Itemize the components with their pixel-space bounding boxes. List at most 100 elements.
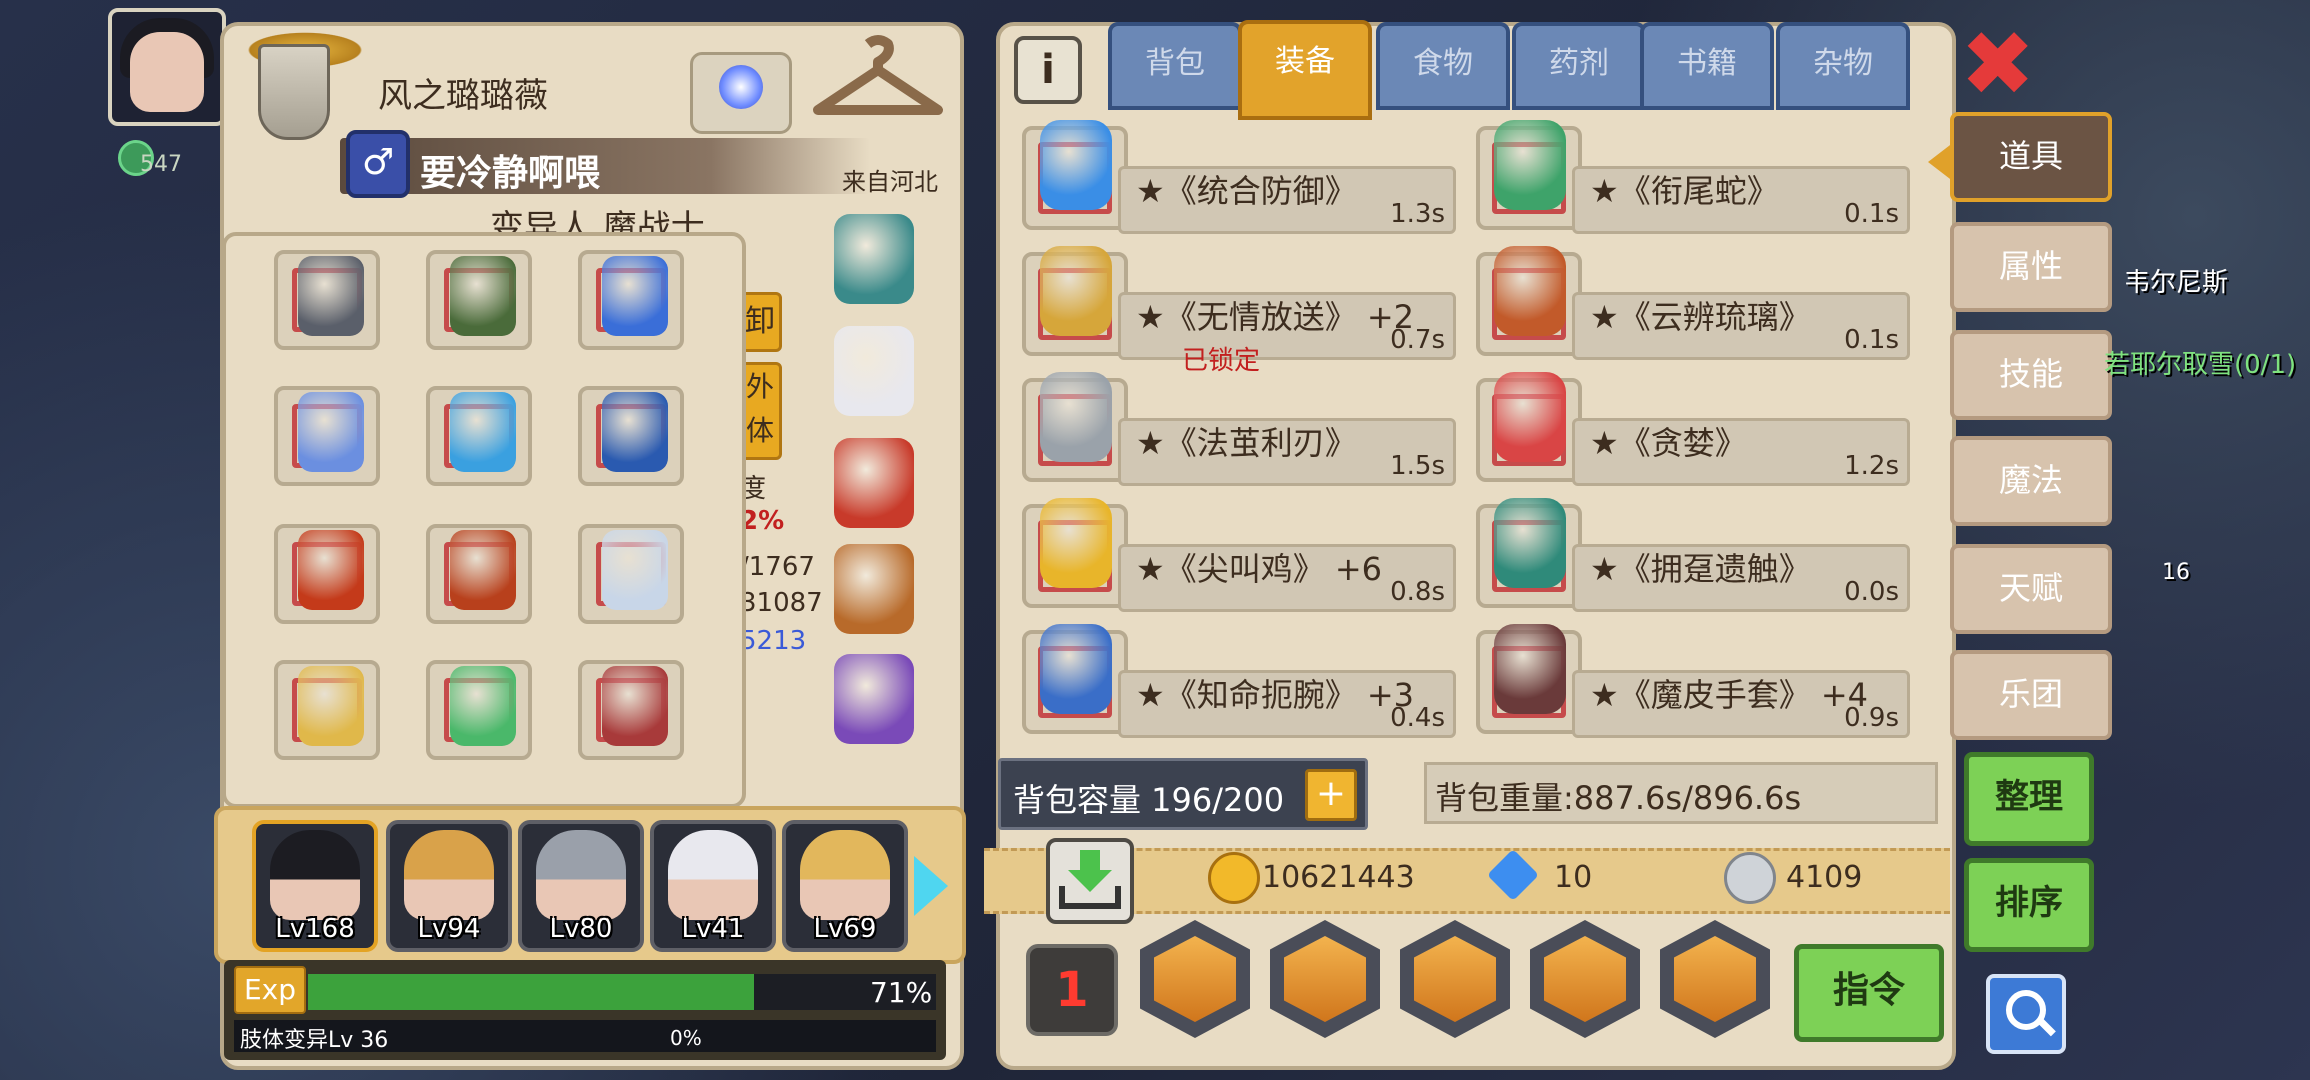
item-name: ★《统合防御》 bbox=[1136, 172, 1357, 210]
item-name: ★《法茧利刃》 bbox=[1136, 424, 1357, 462]
side-stat-percent: 2% bbox=[740, 506, 785, 536]
item-row[interactable]: 0.1s ★《衔尾蛇》 bbox=[1476, 120, 1910, 236]
player-avatar[interactable] bbox=[108, 8, 226, 126]
search-icon[interactable] bbox=[1986, 974, 2066, 1054]
side-equip-slot[interactable] bbox=[822, 210, 926, 314]
equip-slot-amulet[interactable] bbox=[578, 250, 684, 350]
equip-slot-helmet[interactable] bbox=[274, 250, 380, 350]
item-name: ★《知命扼腕》 +3 bbox=[1136, 676, 1415, 714]
equip-slot-necklace[interactable] bbox=[426, 250, 532, 350]
member-portrait bbox=[800, 830, 890, 920]
side-stat-power: 31087 bbox=[740, 588, 823, 618]
item-name: ★《云辨琉璃》 bbox=[1590, 298, 1811, 336]
belt-icon bbox=[834, 438, 914, 528]
quest-tracker[interactable]: 若耶尔取雪(0/1) bbox=[2104, 344, 2296, 381]
equip-slot-armor[interactable] bbox=[274, 524, 380, 624]
tab-books[interactable]: 书籍 bbox=[1640, 22, 1774, 110]
item-name: ★《无情放送》 +2 bbox=[1136, 298, 1415, 336]
close-icon[interactable]: ✖ bbox=[1960, 20, 2035, 110]
party-member[interactable]: Lv69 bbox=[782, 820, 908, 952]
bag-capacity: 背包容量 196/200 + bbox=[998, 758, 1368, 830]
equip-slot-dagger[interactable] bbox=[578, 660, 684, 760]
item-name: ★《拥趸遗触》 bbox=[1590, 550, 1811, 588]
side-equip-slot[interactable] bbox=[822, 650, 926, 754]
side-equip-slot[interactable] bbox=[822, 434, 926, 538]
sort-button[interactable]: 排序 bbox=[1964, 858, 2094, 952]
wardrobe-hanger-button[interactable] bbox=[808, 34, 948, 124]
side-equip-slot[interactable] bbox=[822, 322, 926, 426]
exp-bar-fill bbox=[308, 974, 754, 1010]
gadget-icon bbox=[450, 392, 516, 472]
gauntlet-icon bbox=[834, 326, 914, 416]
skill-slot-1[interactable] bbox=[1140, 920, 1250, 1038]
crystal-orb-button[interactable] bbox=[690, 52, 792, 134]
party-next-arrow-icon[interactable] bbox=[914, 856, 948, 916]
equip-slot-staff[interactable] bbox=[426, 660, 532, 760]
menu-items[interactable]: 道具 bbox=[1950, 112, 2112, 202]
item-row[interactable]: 0.8s ★《尖叫鸡》 +6 bbox=[1022, 498, 1456, 614]
item-row[interactable]: 0.7s ★《无情放送》 +2 已锁定 bbox=[1022, 246, 1456, 376]
silver-coin-icon bbox=[1724, 852, 1776, 904]
necklace-icon bbox=[450, 256, 516, 336]
item-icon-slot bbox=[1476, 498, 1582, 608]
amulet-icon bbox=[602, 256, 668, 336]
equip-slot-blade[interactable] bbox=[578, 524, 684, 624]
party-member[interactable]: Lv80 bbox=[518, 820, 644, 952]
silver-amount: 4109 bbox=[1786, 860, 1863, 895]
gold-amount: 10621443 bbox=[1262, 860, 1415, 895]
equip-slot-cloak[interactable] bbox=[578, 386, 684, 486]
gold-amulet-icon bbox=[1040, 246, 1112, 336]
item-name: ★《魔皮手套》 +4 bbox=[1590, 676, 1869, 714]
item-weight: 1.2s bbox=[1844, 451, 1899, 481]
command-button[interactable]: 指令 bbox=[1794, 944, 1944, 1042]
download-store-button[interactable] bbox=[1046, 838, 1134, 924]
item-row[interactable]: 0.1s ★《云辨琉璃》 bbox=[1476, 246, 1910, 362]
equip-slot-wing[interactable] bbox=[274, 386, 380, 486]
info-button[interactable]: i bbox=[1014, 36, 1082, 104]
equip-slot-weapon[interactable] bbox=[274, 660, 380, 760]
menu-talent[interactable]: 天赋 bbox=[1950, 544, 2112, 634]
tab-equipment[interactable]: 装备 bbox=[1238, 20, 1372, 120]
skill-slot-3[interactable] bbox=[1400, 920, 1510, 1038]
member-level: Lv80 bbox=[549, 914, 613, 944]
item-row[interactable]: 1.2s ★《贪婪》 bbox=[1476, 372, 1910, 488]
hotkey-number-button[interactable]: 1 bbox=[1026, 944, 1118, 1036]
menu-attributes[interactable]: 属性 bbox=[1950, 222, 2112, 312]
item-row[interactable]: 1.3s ★《统合防御》 bbox=[1022, 120, 1456, 236]
item-icon-slot bbox=[1476, 624, 1582, 734]
exp-badge: Exp bbox=[234, 966, 306, 1014]
menu-magic[interactable]: 魔法 bbox=[1950, 436, 2112, 526]
tab-misc[interactable]: 杂物 bbox=[1776, 22, 1910, 110]
item-row[interactable]: 1.5s ★《法茧利刃》 bbox=[1022, 372, 1456, 488]
skill-slot-5[interactable] bbox=[1660, 920, 1770, 1038]
party-member[interactable]: Lv168 bbox=[252, 820, 378, 952]
menu-skills[interactable]: 技能 bbox=[1950, 330, 2112, 420]
tab-backpack[interactable]: 背包 bbox=[1108, 22, 1242, 110]
item-row[interactable]: 0.4s ★《知命扼腕》 +3 bbox=[1022, 624, 1456, 740]
party-member[interactable]: Lv41 bbox=[650, 820, 776, 952]
item-weight: 0.1s bbox=[1844, 199, 1899, 229]
crystal-orb-icon bbox=[719, 65, 763, 109]
ring-icon bbox=[834, 654, 914, 744]
item-icon-slot bbox=[1476, 372, 1582, 482]
tab-potion[interactable]: 药剂 bbox=[1512, 22, 1646, 110]
organize-button[interactable]: 整理 bbox=[1964, 752, 2094, 846]
item-icon-slot bbox=[1022, 120, 1128, 230]
expand-capacity-button[interactable]: + bbox=[1305, 769, 1357, 821]
equip-slot-robe[interactable] bbox=[426, 524, 532, 624]
mech-bracer-icon bbox=[1040, 624, 1112, 714]
equip-slot-gadget[interactable] bbox=[426, 386, 532, 486]
member-portrait bbox=[270, 830, 360, 920]
side-stat-mana: 5213 bbox=[740, 626, 807, 656]
item-weight: 0.0s bbox=[1844, 577, 1899, 607]
menu-band[interactable]: 乐团 bbox=[1950, 650, 2112, 740]
tab-food[interactable]: 食物 bbox=[1376, 22, 1510, 110]
item-row[interactable]: 0.0s ★《拥趸遗触》 bbox=[1476, 498, 1910, 614]
side-equip-slot[interactable] bbox=[822, 540, 926, 644]
armor-icon bbox=[298, 530, 364, 610]
skill-slot-4[interactable] bbox=[1530, 920, 1640, 1038]
skill-slot-2[interactable] bbox=[1270, 920, 1380, 1038]
party-bar: Lv168 Lv94 Lv80 Lv41 Lv69 bbox=[214, 806, 966, 964]
item-row[interactable]: 0.9s ★《魔皮手套》 +4 bbox=[1476, 624, 1910, 740]
party-member[interactable]: Lv94 bbox=[386, 820, 512, 952]
